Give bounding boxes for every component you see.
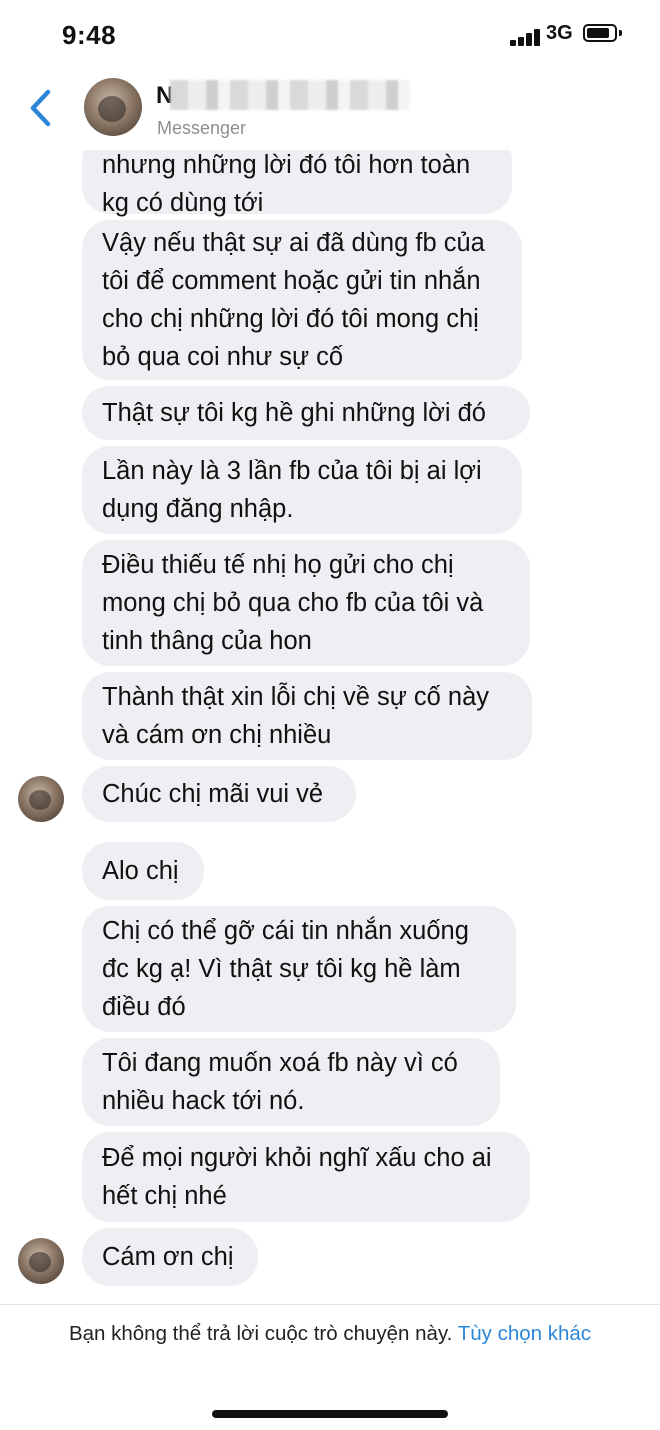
message-line: mong chị bỏ qua cho fb của tôi và — [102, 589, 484, 617]
redacted-name-blur — [170, 80, 410, 110]
message-bubble[interactable]: Thành thật xin lỗi chị về sự cố này và cá… — [82, 672, 532, 760]
message-line: Điều thiếu tế nhị họ gửi cho chị — [102, 551, 454, 579]
message-bubble[interactable]: Chúc chị mãi vui vẻ — [82, 766, 356, 822]
sender-avatar[interactable] — [18, 1238, 64, 1284]
message-bubble[interactable]: Alo chị — [82, 842, 204, 900]
message-line: bỏ qua coi như sự cố — [102, 343, 344, 371]
message-line: Cám ơn chị — [102, 1243, 234, 1271]
message-line: Tôi đang muốn xoá fb này vì có — [102, 1049, 458, 1077]
back-chevron-icon[interactable] — [24, 86, 58, 130]
message-bubble[interactable]: Tôi đang muốn xoá fb này vì có nhiều hack… — [82, 1038, 500, 1126]
message-line: Chúc chị mãi vui vẻ — [102, 780, 324, 808]
signal-strength-icon — [510, 28, 542, 46]
network-type: 3G — [546, 22, 573, 44]
message-line: kg có dùng tới — [102, 189, 264, 217]
conversation-header: N Messenger — [0, 70, 660, 150]
message-line: Vậy nếu thật sự ai đã dùng fb của — [102, 229, 485, 257]
sender-avatar[interactable] — [18, 776, 64, 822]
message-line: Lần này là 3 lần fb của tôi bị ai lợi — [102, 457, 482, 485]
message-line: Chị có thể gỡ cái tin nhắn xuống — [102, 917, 469, 945]
message-line: đc kg ạ! Vì thật sự tôi kg hề làm — [102, 955, 461, 983]
message-line: Để mọi người khỏi nghĩ xấu cho ai — [102, 1144, 492, 1172]
message-bubble[interactable]: Điều thiếu tế nhị họ gửi cho chị mong chị… — [82, 540, 530, 666]
message-line: tinh thâng của hon — [102, 627, 312, 655]
message-line: Thành thật xin lỗi chị về sự cố này — [102, 683, 490, 711]
message-bubble[interactable]: Lần này là 3 lần fb của tôi bị ai lợi dụn… — [82, 446, 522, 534]
message-bubble[interactable]: Chị có thể gỡ cái tin nhắn xuống đc kg ạ!… — [82, 906, 516, 1032]
contact-avatar[interactable] — [84, 78, 142, 136]
message-line: hết chị nhé — [102, 1182, 227, 1210]
home-indicator[interactable] — [212, 1410, 448, 1418]
message-line: tôi để comment hoặc gửi tin nhắn — [102, 267, 481, 295]
message-line: nhưng những lời đó tôi hơn toàn — [102, 151, 471, 179]
footer-divider — [0, 1304, 660, 1305]
message-line: cho chị những lời đó tôi mong chị — [102, 305, 479, 333]
message-line: nhiều hack tới nó. — [102, 1087, 305, 1115]
cannot-reply-notice: Bạn không thể trả lời cuộc trò chuyện nà… — [0, 1322, 660, 1346]
status-time: 9:48 — [62, 20, 117, 50]
status-bar: 9:48 3G — [0, 0, 660, 70]
message-bubble[interactable]: Vậy nếu thật sự ai đã dùng fb của tôi để … — [82, 220, 522, 380]
more-options-link[interactable]: Tùy chọn khác — [458, 1322, 591, 1345]
message-bubble[interactable]: Thật sự tôi kg hề ghi những lời đó — [82, 386, 530, 440]
message-line: Alo chị — [102, 857, 179, 885]
contact-subtitle: Messenger — [157, 118, 247, 138]
message-line: điều đó — [102, 993, 186, 1021]
message-bubble[interactable]: Cám ơn chị — [82, 1228, 258, 1286]
message-line: và cám ơn chị nhiều — [102, 721, 332, 749]
message-line: Thật sự tôi kg hề ghi những lời đó — [102, 399, 486, 427]
message-bubble[interactable]: Để mọi người khỏi nghĩ xấu cho ai hết chị… — [82, 1132, 530, 1222]
battery-icon — [583, 24, 617, 42]
cannot-reply-text: Bạn không thể trả lời cuộc trò chuyện nà… — [68, 1322, 453, 1345]
message-line: dụng đăng nhập. — [102, 495, 294, 523]
